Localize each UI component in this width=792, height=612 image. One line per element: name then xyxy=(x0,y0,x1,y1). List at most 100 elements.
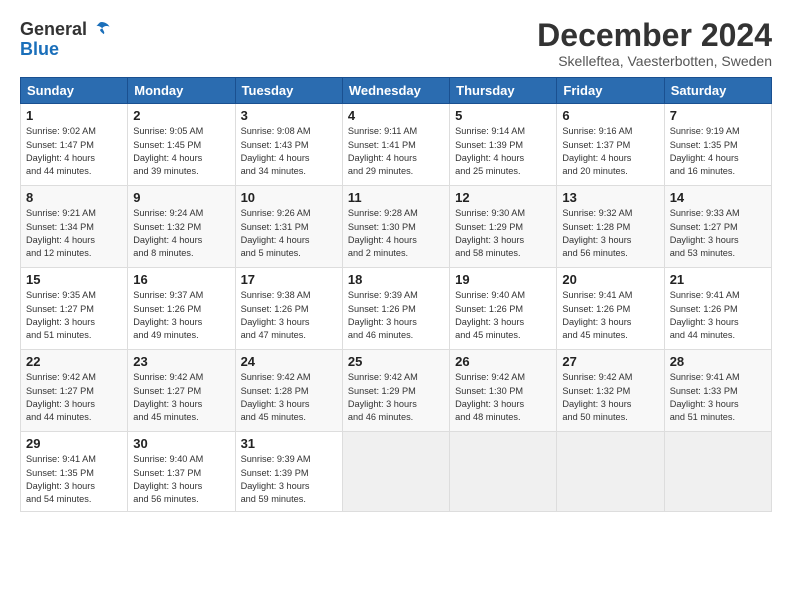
day-info: Sunrise: 9:05 AM Sunset: 1:45 PM Dayligh… xyxy=(133,125,229,178)
logo-bird-icon xyxy=(89,18,111,40)
table-cell xyxy=(557,432,664,511)
day-number: 17 xyxy=(241,272,337,287)
month-title: December 2024 xyxy=(537,18,772,53)
day-number: 2 xyxy=(133,108,229,123)
table-cell: 4 Sunrise: 9:11 AM Sunset: 1:41 PM Daylig… xyxy=(342,104,449,186)
table-cell xyxy=(664,432,771,511)
day-number: 24 xyxy=(241,354,337,369)
day-number: 13 xyxy=(562,190,658,205)
table-cell: 29Sunrise: 9:41 AM Sunset: 1:35 PM Dayli… xyxy=(21,432,128,511)
table-cell: 9 Sunrise: 9:24 AM Sunset: 1:32 PM Daylig… xyxy=(128,186,235,268)
day-info: Sunrise: 9:19 AM Sunset: 1:35 PM Dayligh… xyxy=(670,125,766,178)
day-info: Sunrise: 9:39 AM Sunset: 1:39 PM Dayligh… xyxy=(241,453,337,506)
logo-blue-text: Blue xyxy=(20,40,59,58)
day-number: 12 xyxy=(455,190,551,205)
header-saturday: Saturday xyxy=(664,78,771,104)
day-number: 28 xyxy=(670,354,766,369)
table-cell: 20 Sunrise: 9:41 AM Sunset: 1:26 PM Dayli… xyxy=(557,268,664,350)
day-number: 7 xyxy=(670,108,766,123)
table-cell: 5Sunrise: 9:14 AM Sunset: 1:39 PM Daylig… xyxy=(450,104,557,186)
week-row-2: 8Sunrise: 9:21 AM Sunset: 1:34 PM Daylig… xyxy=(21,186,772,268)
page: General Blue December 2024 Skelleftea, V… xyxy=(0,0,792,612)
table-cell: 25 Sunrise: 9:42 AM Sunset: 1:29 PM Dayli… xyxy=(342,350,449,432)
table-cell: 21 Sunrise: 9:41 AM Sunset: 1:26 PM Dayli… xyxy=(664,268,771,350)
location: Skelleftea, Vaesterbotten, Sweden xyxy=(537,53,772,69)
day-number: 10 xyxy=(241,190,337,205)
table-cell: 17 Sunrise: 9:38 AM Sunset: 1:26 PM Dayli… xyxy=(235,268,342,350)
table-cell: 26 Sunrise: 9:42 AM Sunset: 1:30 PM Dayli… xyxy=(450,350,557,432)
week-row-3: 15Sunrise: 9:35 AM Sunset: 1:27 PM Dayli… xyxy=(21,268,772,350)
table-cell: 14 Sunrise: 9:33 AM Sunset: 1:27 PM Dayli… xyxy=(664,186,771,268)
day-info: Sunrise: 9:40 AM Sunset: 1:37 PM Dayligh… xyxy=(133,453,229,506)
day-info: Sunrise: 9:42 AM Sunset: 1:27 PM Dayligh… xyxy=(26,371,122,424)
day-info: Sunrise: 9:24 AM Sunset: 1:32 PM Dayligh… xyxy=(133,207,229,260)
table-cell: 8Sunrise: 9:21 AM Sunset: 1:34 PM Daylig… xyxy=(21,186,128,268)
table-cell: 10 Sunrise: 9:26 AM Sunset: 1:31 PM Dayli… xyxy=(235,186,342,268)
day-number: 8 xyxy=(26,190,122,205)
day-number: 5 xyxy=(455,108,551,123)
logo-general-text: General xyxy=(20,20,87,38)
day-info: Sunrise: 9:41 AM Sunset: 1:26 PM Dayligh… xyxy=(670,289,766,342)
table-cell: 1Sunrise: 9:02 AM Sunset: 1:47 PM Daylig… xyxy=(21,104,128,186)
day-number: 6 xyxy=(562,108,658,123)
header-monday: Monday xyxy=(128,78,235,104)
header-sunday: Sunday xyxy=(21,78,128,104)
day-number: 16 xyxy=(133,272,229,287)
table-cell: 30 Sunrise: 9:40 AM Sunset: 1:37 PM Dayli… xyxy=(128,432,235,511)
week-row-4: 22 Sunrise: 9:42 AM Sunset: 1:27 PM Dayli… xyxy=(21,350,772,432)
day-number: 26 xyxy=(455,354,551,369)
day-info: Sunrise: 9:39 AM Sunset: 1:26 PM Dayligh… xyxy=(348,289,444,342)
day-number: 11 xyxy=(348,190,444,205)
day-number: 4 xyxy=(348,108,444,123)
day-info: Sunrise: 9:42 AM Sunset: 1:27 PM Dayligh… xyxy=(133,371,229,424)
table-cell: 3Sunrise: 9:08 AM Sunset: 1:43 PM Daylig… xyxy=(235,104,342,186)
day-number: 21 xyxy=(670,272,766,287)
day-info: Sunrise: 9:42 AM Sunset: 1:30 PM Dayligh… xyxy=(455,371,551,424)
day-info: Sunrise: 9:26 AM Sunset: 1:31 PM Dayligh… xyxy=(241,207,337,260)
day-number: 18 xyxy=(348,272,444,287)
table-cell: 27 Sunrise: 9:42 AM Sunset: 1:32 PM Dayli… xyxy=(557,350,664,432)
day-info: Sunrise: 9:33 AM Sunset: 1:27 PM Dayligh… xyxy=(670,207,766,260)
table-cell: 31 Sunrise: 9:39 AM Sunset: 1:39 PM Dayli… xyxy=(235,432,342,511)
day-info: Sunrise: 9:42 AM Sunset: 1:29 PM Dayligh… xyxy=(348,371,444,424)
day-number: 1 xyxy=(26,108,122,123)
day-number: 27 xyxy=(562,354,658,369)
calendar-header-row: Sunday Monday Tuesday Wednesday Thursday… xyxy=(21,78,772,104)
day-info: Sunrise: 9:16 AM Sunset: 1:37 PM Dayligh… xyxy=(562,125,658,178)
day-number: 14 xyxy=(670,190,766,205)
day-number: 3 xyxy=(241,108,337,123)
day-number: 30 xyxy=(133,436,229,451)
day-number: 15 xyxy=(26,272,122,287)
day-info: Sunrise: 9:37 AM Sunset: 1:26 PM Dayligh… xyxy=(133,289,229,342)
header-friday: Friday xyxy=(557,78,664,104)
table-cell: 19Sunrise: 9:40 AM Sunset: 1:26 PM Dayli… xyxy=(450,268,557,350)
table-cell xyxy=(450,432,557,511)
table-cell: 7 Sunrise: 9:19 AM Sunset: 1:35 PM Daylig… xyxy=(664,104,771,186)
day-number: 22 xyxy=(26,354,122,369)
day-number: 20 xyxy=(562,272,658,287)
table-cell: 18 Sunrise: 9:39 AM Sunset: 1:26 PM Dayli… xyxy=(342,268,449,350)
day-info: Sunrise: 9:38 AM Sunset: 1:26 PM Dayligh… xyxy=(241,289,337,342)
day-info: Sunrise: 9:11 AM Sunset: 1:41 PM Dayligh… xyxy=(348,125,444,178)
table-cell: 28Sunrise: 9:41 AM Sunset: 1:33 PM Dayli… xyxy=(664,350,771,432)
logo: General Blue xyxy=(20,18,111,58)
table-cell xyxy=(342,432,449,511)
day-info: Sunrise: 9:42 AM Sunset: 1:32 PM Dayligh… xyxy=(562,371,658,424)
table-cell: 12Sunrise: 9:30 AM Sunset: 1:29 PM Dayli… xyxy=(450,186,557,268)
day-number: 25 xyxy=(348,354,444,369)
day-info: Sunrise: 9:40 AM Sunset: 1:26 PM Dayligh… xyxy=(455,289,551,342)
header-wednesday: Wednesday xyxy=(342,78,449,104)
table-cell: 11 Sunrise: 9:28 AM Sunset: 1:30 PM Dayli… xyxy=(342,186,449,268)
day-number: 9 xyxy=(133,190,229,205)
day-info: Sunrise: 9:28 AM Sunset: 1:30 PM Dayligh… xyxy=(348,207,444,260)
week-row-1: 1Sunrise: 9:02 AM Sunset: 1:47 PM Daylig… xyxy=(21,104,772,186)
day-number: 31 xyxy=(241,436,337,451)
day-info: Sunrise: 9:32 AM Sunset: 1:28 PM Dayligh… xyxy=(562,207,658,260)
header: General Blue December 2024 Skelleftea, V… xyxy=(20,18,772,69)
header-tuesday: Tuesday xyxy=(235,78,342,104)
day-info: Sunrise: 9:41 AM Sunset: 1:26 PM Dayligh… xyxy=(562,289,658,342)
table-cell: 2 Sunrise: 9:05 AM Sunset: 1:45 PM Daylig… xyxy=(128,104,235,186)
header-thursday: Thursday xyxy=(450,78,557,104)
day-info: Sunrise: 9:42 AM Sunset: 1:28 PM Dayligh… xyxy=(241,371,337,424)
calendar-table: Sunday Monday Tuesday Wednesday Thursday… xyxy=(20,77,772,511)
